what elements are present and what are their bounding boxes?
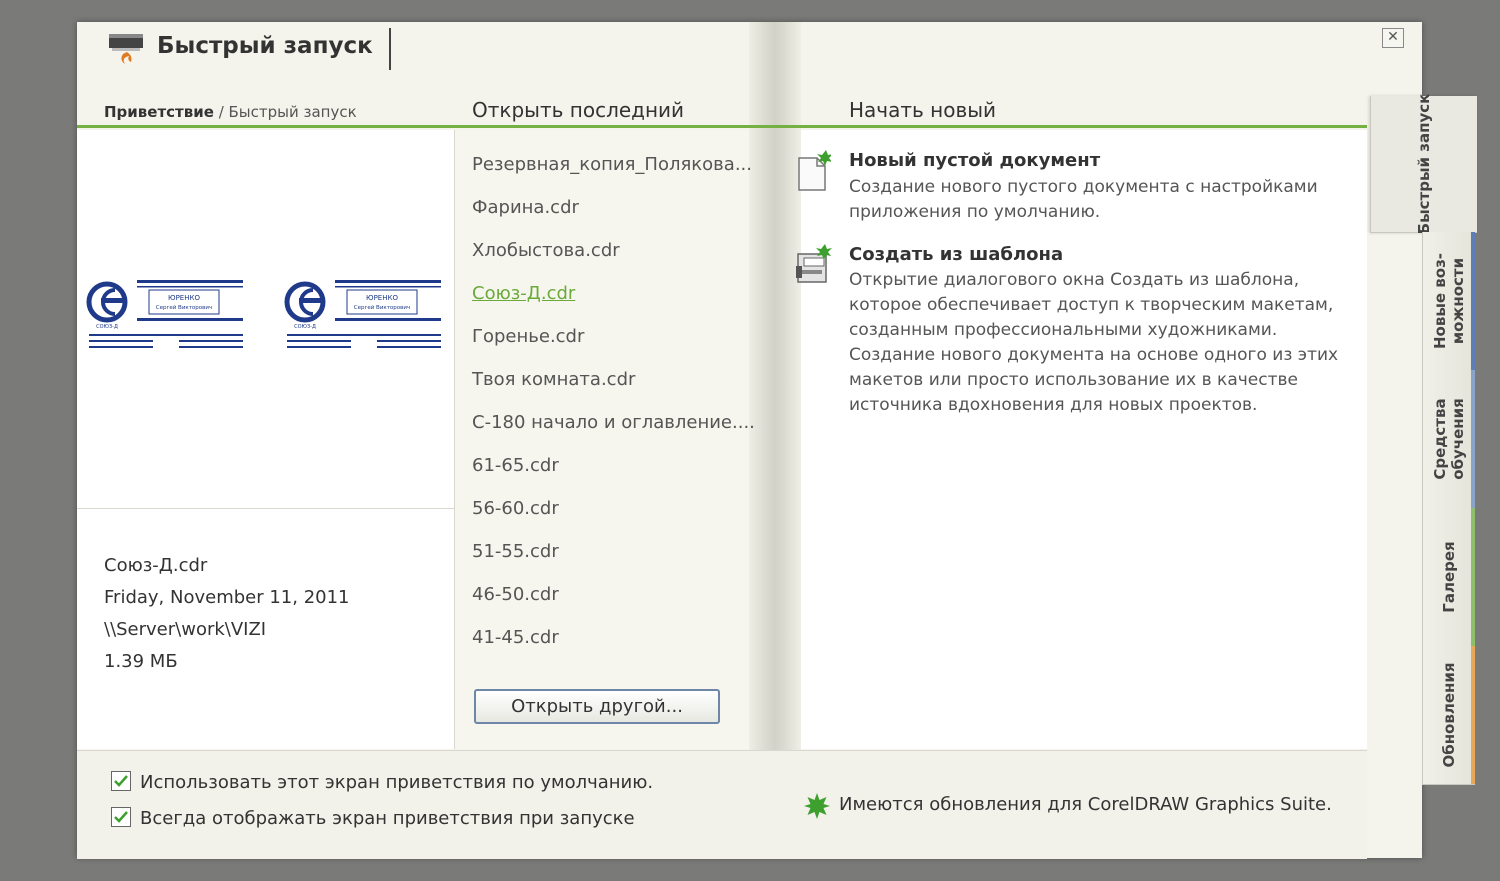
svg-text:ЮРЕНКО: ЮРЕНКО <box>168 294 200 302</box>
tab-learning-tools[interactable]: Средства обучения <box>1422 370 1475 509</box>
tab-accent <box>1471 232 1475 370</box>
new-document-icon[interactable] <box>795 148 833 191</box>
recent-files-list: Резервная_копия_Полякова... Фарина.cdr Х… <box>455 130 755 749</box>
create-from-template-description: Открытие диалогового окна Создать из шаб… <box>849 270 1339 415</box>
create-from-template-link[interactable]: Создать из шаблона <box>849 244 1063 265</box>
new-blank-document-description: Создание нового пустого документа с наст… <box>849 177 1318 222</box>
page-title: Быстрый запуск <box>157 33 373 59</box>
tab-accent <box>1471 508 1475 646</box>
recent-file-item[interactable]: С-180 начало и оглавление.... <box>472 412 755 433</box>
new-section-title: Начать новый <box>849 98 997 122</box>
header-divider <box>389 28 391 70</box>
breadcrumb-separator: / <box>213 103 229 121</box>
logo-thumbnail-1: ЮРЕНКО Сергей Викторович СОЮЗ-Д <box>86 280 243 348</box>
recent-file-item[interactable]: Фарина.cdr <box>472 197 579 218</box>
tab-accent <box>1471 646 1475 784</box>
file-info-panel: Союз-Д.cdr Friday, November 11, 2011 \\S… <box>77 509 455 749</box>
recent-file-item[interactable]: Резервная_копия_Полякова... <box>472 154 752 175</box>
recent-file-item[interactable]: Хлобыстова.cdr <box>472 240 620 261</box>
new-blank-document-link[interactable]: Новый пустой документ <box>849 150 1100 171</box>
tab-updates-label: Обновления <box>1440 662 1458 768</box>
recent-file-item-selected[interactable]: Союз-Д.cdr <box>472 283 575 304</box>
close-button[interactable]: ✕ <box>1382 28 1404 48</box>
svg-text:ЮРЕНКО: ЮРЕНКО <box>366 294 398 302</box>
breadcrumb-current: Быстрый запуск <box>228 103 357 121</box>
recent-section-title: Открыть последний <box>472 98 685 122</box>
open-other-button[interactable]: Открыть другой... <box>474 689 720 724</box>
recent-file-item[interactable]: 61-65.cdr <box>472 455 559 476</box>
always-show-welcome-label[interactable]: Всегда отображать экран приветствия при … <box>140 808 635 829</box>
update-star-icon <box>803 792 831 824</box>
logo-thumbnails: ЮРЕНКО Сергей Викторович СОЮЗ-Д ЮРЕНКО С… <box>86 280 441 348</box>
svg-text:СОЮЗ-Д: СОЮЗ-Д <box>96 324 118 330</box>
logo-thumbnail-2: ЮРЕНКО Сергей Викторович СОЮЗ-Д <box>284 280 441 348</box>
quick-launch-icon <box>107 30 145 68</box>
recent-file-item[interactable]: 51-55.cdr <box>472 541 559 562</box>
file-size: 1.39 МБ <box>104 651 178 672</box>
tab-updates[interactable]: Обновления <box>1422 646 1475 785</box>
tab-gallery-label: Галерея <box>1440 541 1458 613</box>
tab-whats-new-label: Новые воз- можности <box>1431 252 1467 350</box>
tab-quick-launch-label: Быстрый запуск <box>1415 93 1433 235</box>
breadcrumb-home-link[interactable]: Приветствие <box>104 103 214 121</box>
recent-file-item[interactable]: 46-50.cdr <box>472 584 559 605</box>
left-green-rule <box>77 125 767 128</box>
file-name: Союз-Д.cdr <box>104 555 208 576</box>
tab-learning-tools-label: Средства обучения <box>1431 398 1467 480</box>
right-green-rule <box>767 125 1367 128</box>
svg-text:СОЮЗ-Д: СОЮЗ-Д <box>294 324 316 330</box>
file-path: \\Server\work\VIZI <box>104 619 267 640</box>
welcome-dialog: Быстрый запуск ✕ Приветствие / Быстрый з… <box>77 22 1477 859</box>
svg-text:Сергей Викторович: Сергей Викторович <box>354 304 410 311</box>
tab-quick-launch[interactable]: Быстрый запуск <box>1370 93 1477 235</box>
recent-file-item[interactable]: 41-45.cdr <box>472 627 559 648</box>
always-show-welcome-checkbox[interactable] <box>111 807 131 827</box>
use-welcome-default-label[interactable]: Использовать этот экран приветствия по у… <box>140 772 653 793</box>
tab-accent <box>1471 370 1475 508</box>
file-date: Friday, November 11, 2011 <box>104 587 350 608</box>
book-spine <box>749 22 801 858</box>
tab-whats-new[interactable]: Новые воз- можности <box>1422 232 1475 371</box>
recent-file-item[interactable]: Твоя комната.cdr <box>472 369 635 390</box>
tab-gallery[interactable]: Галерея <box>1422 508 1475 647</box>
use-welcome-default-checkbox[interactable] <box>111 771 131 791</box>
svg-text:Сергей Викторович: Сергей Викторович <box>156 304 212 311</box>
recent-file-item[interactable]: Горенье.cdr <box>472 326 584 347</box>
recent-file-item[interactable]: 56-60.cdr <box>472 498 559 519</box>
updates-available-link[interactable]: Имеются обновления для CorelDRAW Graphic… <box>839 794 1332 815</box>
template-icon[interactable] <box>794 242 832 283</box>
breadcrumb: Приветствие / Быстрый запуск <box>104 103 357 121</box>
file-preview: ЮРЕНКО Сергей Викторович СОЮЗ-Д ЮРЕНКО С… <box>77 130 455 509</box>
